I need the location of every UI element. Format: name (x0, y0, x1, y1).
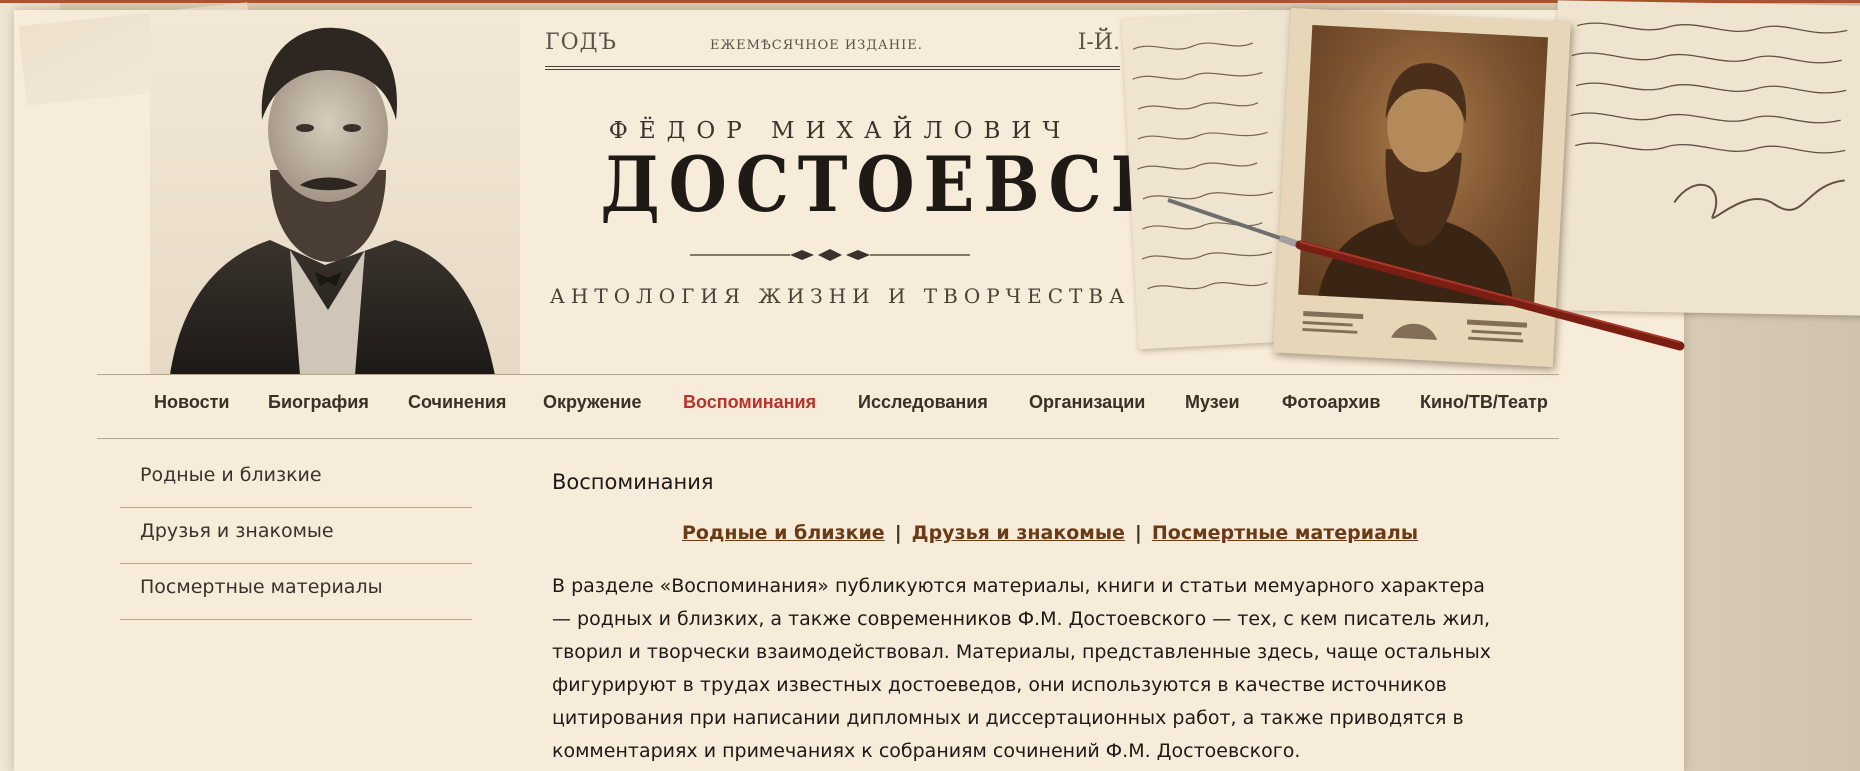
nav-item-biography[interactable]: Биография (268, 392, 369, 413)
nav-item-circle[interactable]: Окружение (543, 392, 641, 413)
site-tagline: АНТОЛОГИЯ ЖИЗНИ И ТВОРЧЕСТВА (549, 284, 1131, 308)
ornament-divider (690, 249, 970, 261)
nav-item-photo-archive[interactable]: Фотоархив (1282, 392, 1380, 413)
intro-line: творил и творчески взаимодействовал. Мат… (552, 641, 1491, 663)
nav-item-research[interactable]: Исследования (858, 392, 988, 413)
masthead-rule (545, 66, 1120, 67)
nav-item-cinema-tv-theatre[interactable]: Кино/ТВ/Театр (1420, 392, 1548, 413)
sidebar-item-family[interactable]: Родные и близкие (120, 452, 472, 508)
masthead-edition: ЕЖЕМѢСЯЧНОЕ ИЗДАНІЕ. (710, 38, 923, 53)
quill-pen (1167, 198, 1685, 351)
author-portrait-engraving (150, 10, 520, 375)
masthead-rule (545, 69, 1120, 70)
intro-paragraph: В разделе «Воспоминания» публикуются мат… (552, 570, 1552, 768)
author-surname: ДОСТОЕВСКИЙ (600, 140, 1325, 229)
section-link-family[interactable]: Родные и близкие (682, 522, 885, 544)
nav-item-museums[interactable]: Музеи (1185, 392, 1240, 413)
nav-bottom-rule (97, 438, 1559, 439)
intro-line: цитирования при написании дипломных и ди… (552, 707, 1464, 729)
intro-line: — родных и близких, а также современнико… (552, 608, 1491, 630)
link-separator: | (1134, 522, 1142, 544)
masthead-top-line: ГОДЪ ЕЖЕМѢСЯЧНОЕ ИЗДАНІЕ. I-Й. (545, 26, 1120, 74)
intro-line: комментариях и примечаниях к собраниям с… (552, 740, 1301, 762)
main-content: Воспоминания Родные и близкие | Друзья и з… (552, 470, 1552, 762)
nav-item-works[interactable]: Сочинения (408, 392, 506, 413)
section-link-friends[interactable]: Друзья и знакомые (912, 522, 1125, 544)
nav-item-organizations[interactable]: Организации (1029, 392, 1145, 413)
masthead-issue: I-Й. (1077, 30, 1120, 55)
page-title: Воспоминания (552, 470, 714, 494)
intro-line: фигурируют в трудах известных достоеведо… (552, 674, 1447, 696)
sidebar-item-friends[interactable]: Друзья и знакомые (120, 508, 472, 564)
sidebar: Родные и близкие Друзья и знакомые Посме… (120, 452, 472, 620)
section-links: Родные и близкие | Друзья и знакомые | Посме… (650, 522, 1450, 544)
section-link-posthumous[interactable]: Посмертные материалы (1152, 522, 1418, 544)
link-separator: | (894, 522, 902, 544)
sidebar-item-posthumous[interactable]: Посмертные материалы (120, 564, 472, 620)
nav-top-rule (97, 374, 1559, 375)
intro-line: В разделе «Воспоминания» публикуются мат… (552, 575, 1485, 597)
nav-item-news[interactable]: Новости (154, 392, 229, 413)
masthead-year: ГОДЪ (545, 30, 617, 55)
nav-item-memoirs[interactable]: Воспоминания (683, 392, 816, 413)
